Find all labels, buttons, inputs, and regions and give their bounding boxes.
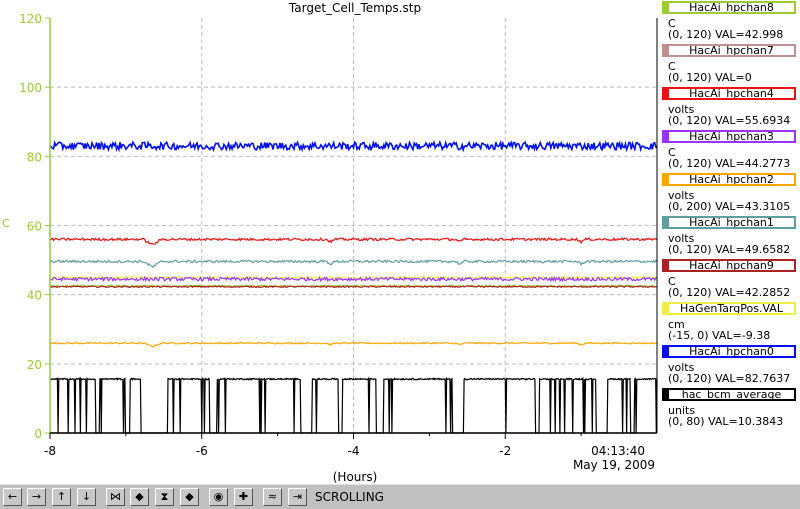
x-tick-label: -4 [348,444,360,458]
legend-range-value: (0, 120) VAL=49.6582 [668,243,791,256]
scroll-left-button[interactable]: ← [3,488,22,506]
scroll-up-button[interactable]: ↑ [52,488,71,506]
legend-item[interactable]: HacAi_hpchan2 volts (0, 200) VAL=43.3105 [660,173,800,216]
legend-range-value: (-15, 0) VAL=-9.38 [668,329,771,342]
legend: HacAi_hpchan8 C (0, 120) VAL=42.998 HacAi_h… [660,0,800,431]
scroll-right-button[interactable]: → [27,488,46,506]
crosshair-button[interactable]: ✚ [234,488,253,506]
zoom-out-horizontal-button[interactable]: ◆ [130,488,149,506]
legend-range-value: (0, 120) VAL=42.2852 [668,286,791,299]
y-tick-label: 80 [27,150,42,164]
x-axis-label: (Hours) [333,470,378,484]
x-tick-label: -8 [44,444,56,458]
toolbar: ← → ↑ ↓ ⋈ ◆ ⧗ ◆ ◉ ✚ ≈ ⇥ SCROLLING [0,484,800,509]
legend-item[interactable]: HacAi_hpchan8 C (0, 120) VAL=42.998 [660,1,800,44]
legend-range-value: (0, 200) VAL=43.3105 [668,200,791,213]
legend-range-value: (0, 120) VAL=0 [668,71,752,84]
legend-item[interactable]: HacAi_hpchan3 C (0, 120) VAL=44.2773 [660,130,800,173]
legend-range-value: (0, 120) VAL=55.6934 [668,114,791,127]
legend-item[interactable]: HacAi_hpchan9 C (0, 120) VAL=42.2852 [660,259,800,302]
zoom-in-horizontal-button[interactable]: ⋈ [106,488,125,506]
chart-title: Target_Cell_Temps.stp [288,1,421,15]
zoom-in-vertical-button[interactable]: ⧗ [155,488,174,506]
y-tick-label: 20 [27,358,42,372]
strip-chart: Target_Cell_Temps.stp 120 100 80 60 40 20 0-8 -… [0,0,660,484]
legend-series-name[interactable]: HacAi_hpchan1 [662,216,796,229]
legend-item[interactable]: hac_bcm_average units (0, 80) VAL=10.3843 [660,388,800,431]
legend-item[interactable]: HacAi_hpchan1 volts (0, 120) VAL=49.6582 [660,216,800,259]
y-tick-label: 120 [19,12,42,26]
legend-series-name[interactable]: HacAi_hpchan3 [662,130,796,143]
y-tick-label: 100 [19,81,42,95]
legend-item[interactable]: HacAi_hpchan7 C (0, 120) VAL=0 [660,44,800,87]
legend-series-name[interactable]: HacAi_hpchan2 [662,173,796,186]
legend-series-name[interactable]: HacAi_hpchan4 [662,87,796,100]
legend-range-value: (0, 120) VAL=42.998 [668,28,784,41]
status-label: SCROLLING [315,490,384,504]
legend-series-name[interactable]: hac_bcm_average [662,388,796,401]
reset-button[interactable]: ◉ [209,488,228,506]
y-axis-label: C [2,217,10,230]
scroll-mode-button[interactable]: ⇥ [288,488,307,506]
y-tick-label: 40 [27,289,42,303]
x-tick-label: -6 [196,444,208,458]
y-tick-label: 60 [27,220,42,234]
legend-range-value: (0, 120) VAL=82.7637 [668,372,791,385]
scroll-down-button[interactable]: ↓ [77,488,96,506]
legend-series-name[interactable]: HacAi_hpchan9 [662,259,796,272]
legend-series-name[interactable]: HaGenTargPos.VAL [662,302,796,315]
date-label: May 19, 2009 [573,458,655,472]
legend-item[interactable]: HacAi_hpchan0 volts (0, 120) VAL=82.7637 [660,345,800,388]
legend-range-value: (0, 80) VAL=10.3843 [668,415,784,428]
legend-series-name[interactable]: HacAi_hpchan7 [662,44,796,57]
time-label: 04:13:40 [591,444,645,458]
autoscale-button[interactable]: ≈ [263,488,282,506]
legend-range-value: (0, 120) VAL=44.2773 [668,157,791,170]
legend-series-name[interactable]: HacAi_hpchan8 [662,1,796,14]
legend-item[interactable]: HacAi_hpchan4 volts (0, 120) VAL=55.6934 [660,87,800,130]
y-tick-label: 0 [34,427,42,441]
legend-series-name[interactable]: HacAi_hpchan0 [662,345,796,358]
legend-item[interactable]: HaGenTargPos.VAL cm (-15, 0) VAL=-9.38 [660,302,800,345]
zoom-out-vertical-button[interactable]: ◆ [180,488,199,506]
x-tick-label: -2 [499,444,511,458]
